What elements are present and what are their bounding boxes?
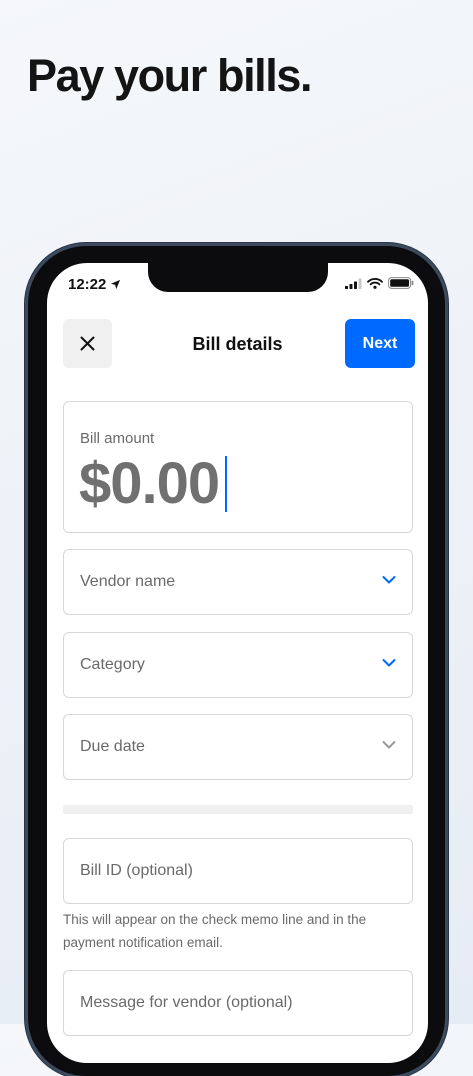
status-indicators [345, 277, 414, 289]
bill-amount-value: $0.00 [79, 451, 220, 516]
location-arrow-icon [111, 279, 121, 290]
chevron-down-icon [382, 659, 396, 667]
bill-amount-label: Bill amount [80, 430, 155, 447]
text-cursor [225, 455, 228, 512]
status-time: 12:22 [68, 276, 121, 293]
bill-id-placeholder: Bill ID (optional) [80, 862, 193, 879]
bill-id-input[interactable]: Bill ID (optional) [63, 838, 413, 904]
phone-frame: 12:22 Bill details Next Bill amount $0.0… [28, 246, 445, 1076]
due-date-select[interactable]: Due date [63, 714, 413, 780]
bill-amount-input[interactable]: Bill amount $0.00 [63, 401, 413, 533]
phone-notch [148, 263, 328, 292]
phone-screen: 12:22 Bill details Next Bill amount $0.0… [47, 263, 428, 1063]
vendor-name-placeholder: Vendor name [80, 573, 176, 590]
chevron-down-icon [382, 576, 396, 584]
bill-amount-value-row: $0.00 [79, 450, 228, 517]
bill-id-helper-text: This will appear on the check memo line … [63, 912, 367, 950]
section-divider [63, 805, 413, 814]
status-time-text: 12:22 [68, 276, 107, 293]
vendor-message-placeholder: Message for vendor (optional) [80, 994, 293, 1011]
battery-icon [388, 277, 414, 289]
vendor-name-select[interactable]: Vendor name [63, 549, 413, 615]
wifi-icon [367, 277, 383, 289]
vendor-message-input[interactable]: Message for vendor (optional) [63, 970, 413, 1036]
due-date-placeholder: Due date [80, 738, 145, 755]
marketing-headline: Pay your bills. [27, 50, 313, 101]
category-placeholder: Category [80, 656, 145, 673]
next-button[interactable]: Next [345, 319, 415, 368]
category-select[interactable]: Category [63, 632, 413, 698]
cellular-signal-icon [345, 278, 362, 289]
chevron-down-icon [382, 741, 396, 749]
